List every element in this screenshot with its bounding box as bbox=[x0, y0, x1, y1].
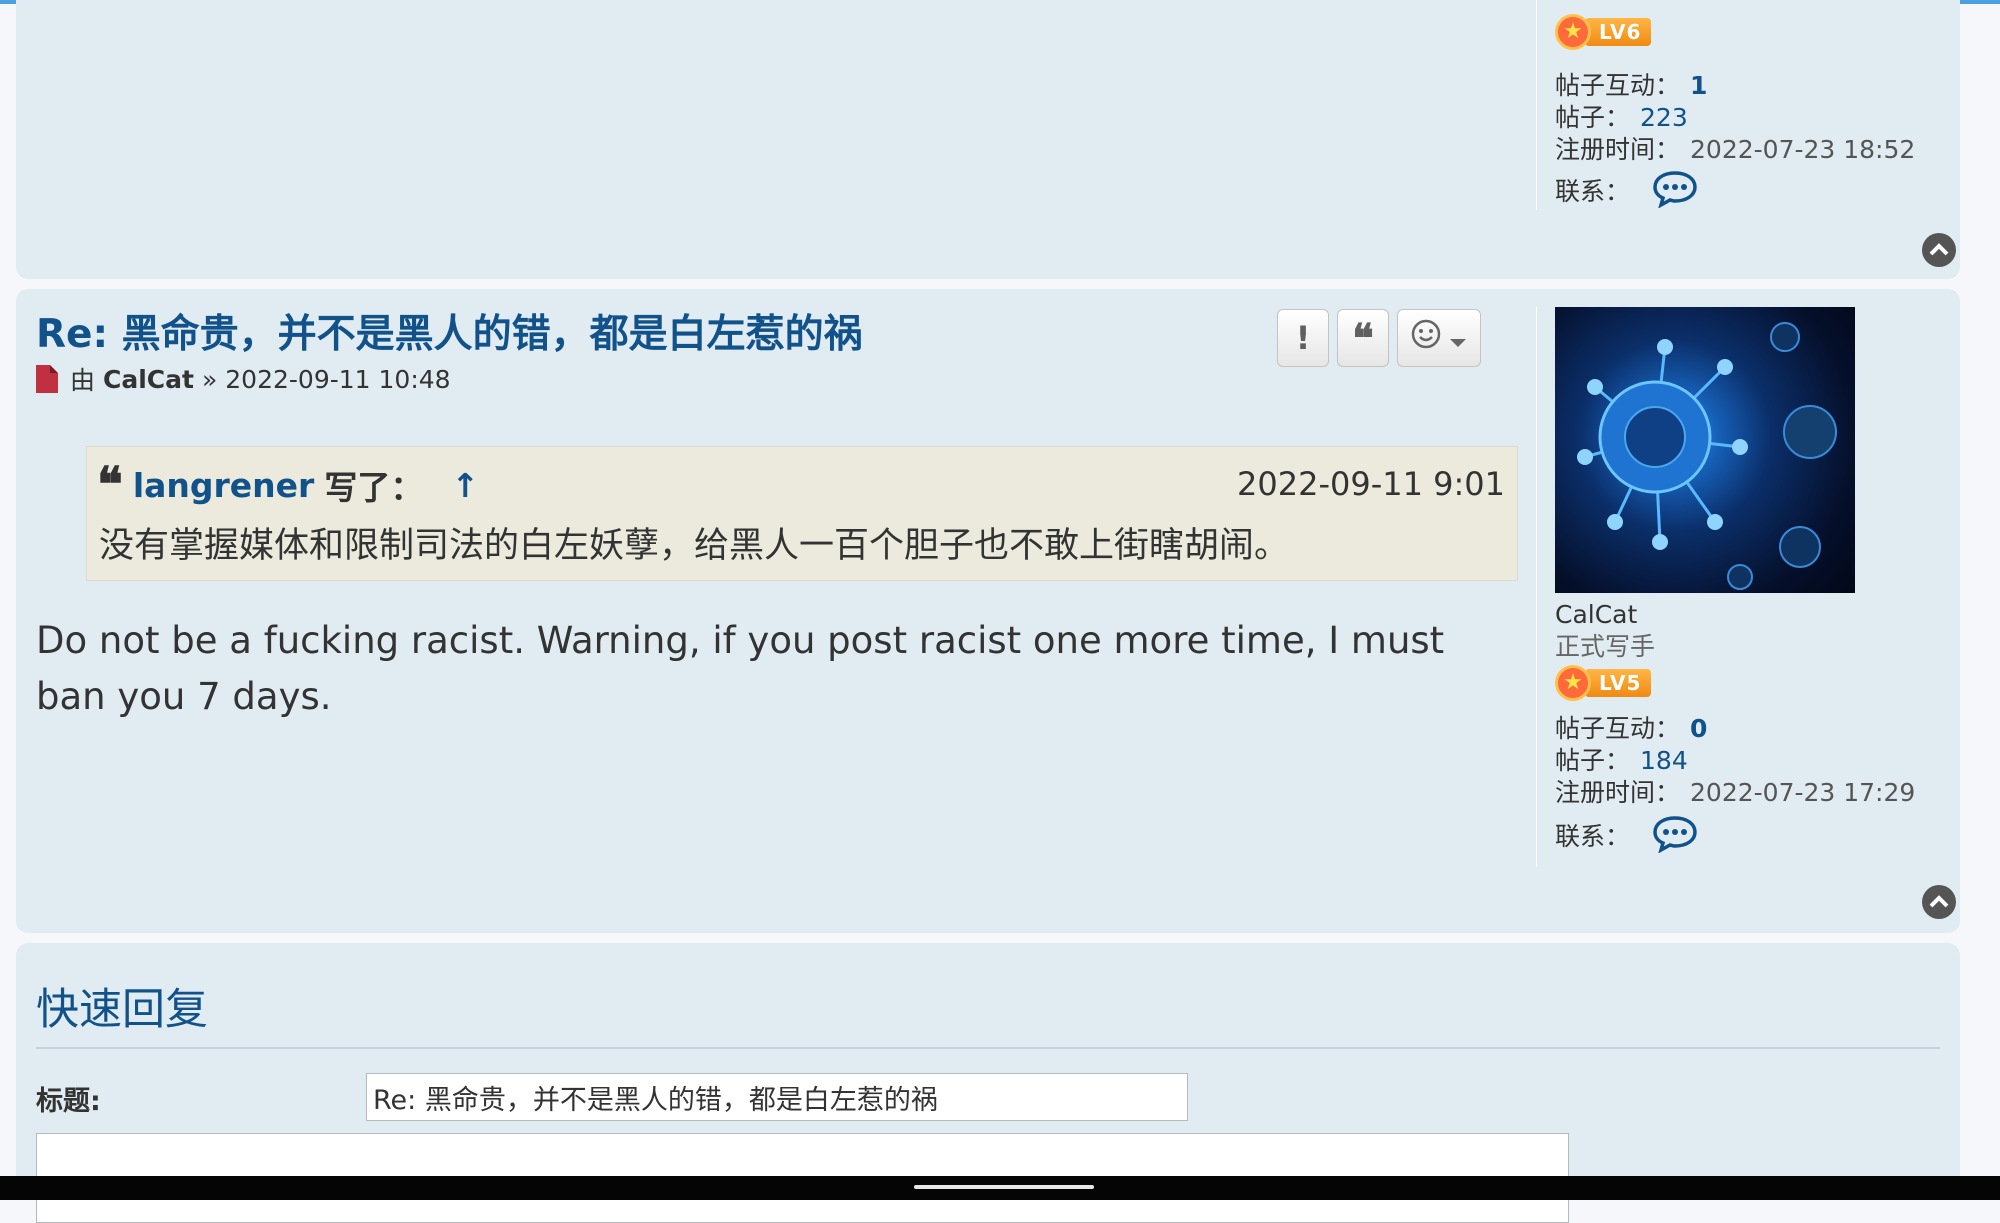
avatar[interactable] bbox=[1555, 307, 1855, 593]
quote-wrote-label: 写了： bbox=[324, 468, 424, 507]
interaction-row: 帖子互动： 0 bbox=[1555, 713, 1956, 745]
exclamation-icon: ! bbox=[1295, 319, 1311, 357]
post-meta: 由 CalCat » 2022-09-11 10:48 bbox=[36, 361, 451, 397]
post-datetime: 2022-09-11 10:48 bbox=[225, 364, 451, 394]
quick-reply-heading: 快速回复 bbox=[36, 985, 208, 1035]
profile-rank-title: 正式写手 bbox=[1555, 632, 1656, 661]
registered-row: 注册时间： 2022-07-23 17:29 bbox=[1555, 777, 1956, 809]
document-icon[interactable] bbox=[36, 365, 58, 393]
prev-contact-row: 联系： bbox=[1555, 170, 1698, 216]
prev-registered-row: 注册时间： 2022-07-23 18:52 bbox=[1555, 134, 1915, 166]
quote-author-link[interactable]: langrener bbox=[133, 466, 315, 505]
profile-username[interactable]: CalCat bbox=[1555, 599, 1956, 631]
rank-star-icon: ★ bbox=[1555, 14, 1591, 50]
rank-level: LV5 bbox=[1585, 669, 1652, 697]
post-calcat: Re: 黑命贵，并不是黑人的错，都是白左惹的祸 由 CalCat » 2022-… bbox=[16, 289, 1960, 933]
quote-header: ❝ langrener 写了： ↑ bbox=[97, 461, 479, 509]
reaction-dropdown-button[interactable] bbox=[1397, 309, 1481, 367]
quote-button[interactable]: ❝ bbox=[1337, 309, 1389, 367]
prev-registered-value: 2022-07-23 18:52 bbox=[1690, 135, 1916, 164]
quote-jump-up-link[interactable]: ↑ bbox=[451, 466, 479, 505]
prev-interaction-label: 帖子互动： bbox=[1555, 71, 1681, 100]
speech-bubble-icon[interactable] bbox=[1652, 815, 1698, 861]
rank-star-icon: ★ bbox=[1555, 665, 1591, 701]
post-title-link[interactable]: Re: 黑命贵，并不是黑人的错，都是白左惹的祸 bbox=[36, 303, 863, 359]
prev-interaction-value[interactable]: 1 bbox=[1690, 71, 1707, 100]
prev-posts-label: 帖子： bbox=[1555, 103, 1631, 132]
interaction-value[interactable]: 0 bbox=[1690, 714, 1707, 743]
post-separator: » bbox=[201, 364, 218, 394]
registered-value: 2022-07-23 17:29 bbox=[1690, 778, 1916, 807]
back-to-top-button[interactable] bbox=[1922, 233, 1956, 267]
rank-badge: ★ LV5 bbox=[1555, 665, 1652, 701]
post-author-link[interactable]: CalCat bbox=[103, 365, 194, 394]
divider bbox=[36, 1047, 1940, 1049]
prev-contact-label: 联系： bbox=[1555, 177, 1631, 206]
interaction-label: 帖子互动： bbox=[1555, 714, 1681, 743]
prev-rank-badge: ★ LV6 bbox=[1555, 14, 1652, 50]
smiley-icon bbox=[1410, 318, 1442, 358]
quote-icon: ❝ bbox=[1352, 314, 1374, 362]
post-actions: ! ❝ bbox=[1277, 309, 1481, 367]
registered-label: 注册时间： bbox=[1555, 778, 1681, 807]
home-gesture-handle[interactable] bbox=[914, 1185, 1094, 1189]
prev-posts-value[interactable]: 223 bbox=[1640, 103, 1688, 132]
posts-value[interactable]: 184 bbox=[1640, 746, 1688, 775]
system-navigation-bar bbox=[0, 1176, 2000, 1200]
previous-post: ★ LV6 帖子互动： 1 帖子： 223 注册时间： 2022-07-23 18:5… bbox=[16, 0, 1960, 279]
caret-down-icon bbox=[1448, 319, 1468, 357]
quote-mark-icon: ❝ bbox=[97, 457, 123, 513]
speech-bubble-icon[interactable] bbox=[1652, 170, 1698, 216]
subject-label: 标题: bbox=[36, 1086, 101, 1117]
contact-label: 联系： bbox=[1555, 822, 1631, 851]
post-body: Do not be a fucking racist. Warning, if … bbox=[36, 619, 1445, 718]
quote-date: 2022-09-11 9:01 bbox=[1237, 465, 1505, 503]
post-by-label: 由 bbox=[70, 366, 96, 395]
post-profile: CalCat 正式写手 ★ LV5 帖子互动： 0 帖子： 184 注册时间： 202… bbox=[1536, 307, 1956, 867]
subject-input[interactable] bbox=[366, 1073, 1188, 1121]
quick-reply-panel: 快速回复 标题: bbox=[16, 943, 1960, 1223]
posts-row: 帖子： 184 bbox=[1555, 745, 1956, 777]
prev-rank-level: LV6 bbox=[1585, 18, 1652, 46]
prev-post-profile: ★ LV6 帖子互动： 1 帖子： 223 注册时间： 2022-07-23 18:5… bbox=[1536, 0, 1956, 210]
contact-row: 联系： bbox=[1555, 815, 1956, 861]
chevron-up-icon bbox=[1929, 892, 1949, 913]
report-button[interactable]: ! bbox=[1277, 309, 1329, 367]
quote-block: ❝ langrener 写了： ↑ 2022-09-11 9:01 没有掌握媒体… bbox=[86, 446, 1518, 581]
posts-label: 帖子： bbox=[1555, 746, 1631, 775]
prev-posts-row: 帖子： 223 bbox=[1555, 102, 1688, 134]
back-to-top-button[interactable] bbox=[1922, 885, 1956, 919]
prev-interaction-row: 帖子互动： 1 bbox=[1555, 70, 1707, 102]
quote-text: 没有掌握媒体和限制司法的白左妖孽，给黑人一百个胆子也不敢上街瞎胡闹。 bbox=[99, 526, 1290, 566]
chevron-up-icon bbox=[1929, 240, 1949, 261]
prev-registered-label: 注册时间： bbox=[1555, 135, 1681, 164]
